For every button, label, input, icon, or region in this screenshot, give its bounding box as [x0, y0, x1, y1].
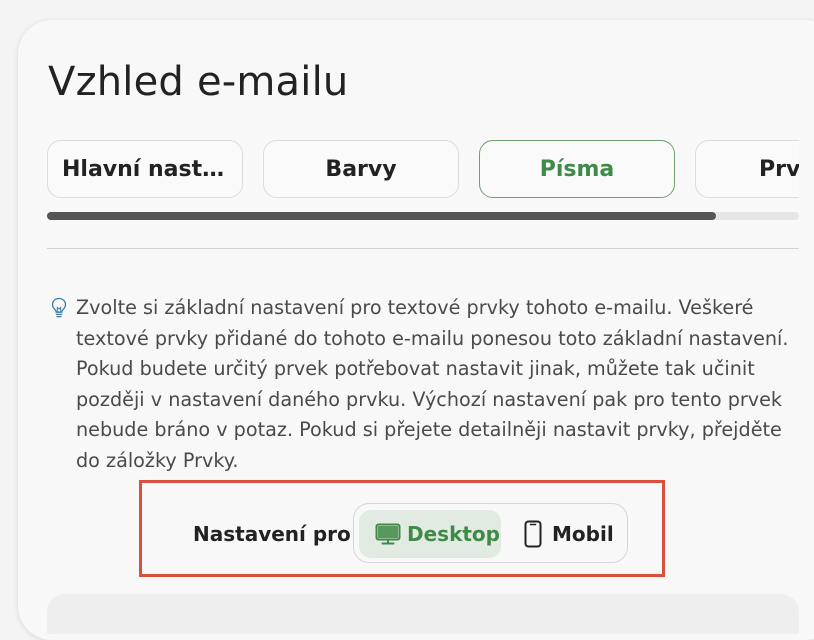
- page-title: Vzhled e-mailu: [48, 59, 349, 105]
- settings-for-label: Nastavení pro: [193, 522, 351, 546]
- mobile-label: Mobil: [552, 522, 614, 546]
- desktop-option[interactable]: Desktop: [359, 510, 501, 558]
- tabs-scrollbar-thumb[interactable]: [47, 212, 716, 220]
- tabs-scrollbar[interactable]: [47, 212, 799, 220]
- monitor-icon: [375, 523, 401, 545]
- device-toggle: Desktop Mobil: [353, 503, 628, 563]
- tab-label: Barvy: [325, 156, 397, 182]
- tab-label: Písma: [539, 156, 615, 182]
- tab-colors[interactable]: Barvy: [263, 140, 459, 198]
- info-text: Zvolte si základní nastavení pro textové…: [76, 296, 789, 472]
- tab-elements[interactable]: Prvky: [695, 140, 799, 198]
- desktop-label: Desktop: [407, 522, 500, 546]
- phone-icon: [524, 520, 542, 548]
- tab-fonts[interactable]: Písma: [479, 140, 675, 198]
- tab-label: Prvky: [759, 156, 799, 182]
- lightbulb-icon: [51, 297, 67, 318]
- mobile-option[interactable]: Mobil: [520, 510, 620, 558]
- tab-bar: Hlavní nastavení Barvy Písma Prvky: [47, 140, 799, 200]
- tab-main-settings[interactable]: Hlavní nastavení: [47, 140, 243, 198]
- font-settings-panel: [47, 594, 799, 634]
- divider: [47, 248, 799, 249]
- tab-label: Hlavní nastavení: [62, 156, 228, 182]
